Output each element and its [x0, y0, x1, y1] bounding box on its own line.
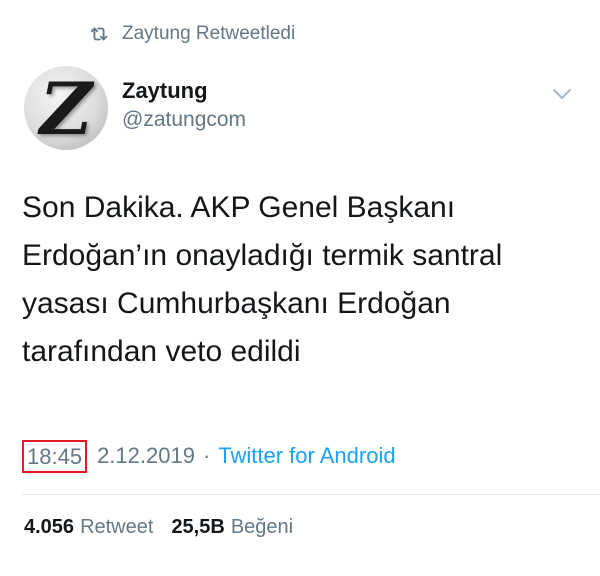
divider: [22, 494, 600, 495]
retweet-banner-text: Zaytung Retweetledi: [122, 23, 296, 44]
tweet-meta: 18:45 2.12.2019 · Twitter for Android: [22, 436, 396, 476]
tweet-text-line: tarafından veto edildi: [22, 335, 301, 368]
retweet-count[interactable]: 4.056: [24, 516, 74, 539]
tweet-text-line: Erdoğan’ın onayladığı termik santral: [22, 239, 503, 272]
meta-separator: ·: [202, 443, 211, 468]
author-display-name[interactable]: Zaytung: [122, 78, 208, 104]
tweet-text: Son Dakika. AKP Genel Başkanı Erdoğan’ın…: [22, 184, 572, 376]
tweet-time[interactable]: 18:45: [22, 439, 88, 473]
author-handle[interactable]: @zatungcom: [122, 108, 246, 132]
tweet-text-line: Son Dakika. AKP Genel Başkanı: [22, 191, 456, 224]
avatar[interactable]: Z: [24, 66, 108, 150]
retweet-icon: [90, 27, 108, 41]
tweet-text-line: yasası Cumhurbaşkanı Erdoğan: [22, 287, 451, 320]
retweet-label[interactable]: Retweet: [80, 516, 153, 539]
tweet-source-link[interactable]: Twitter for Android: [218, 443, 395, 469]
retweet-banner[interactable]: Zaytung Retweetledi: [88, 20, 295, 48]
avatar-logo-letter: Z: [39, 66, 93, 150]
chevron-down-icon[interactable]: [550, 82, 574, 106]
like-label[interactable]: Beğeni: [231, 516, 293, 539]
tweet-date[interactable]: 2.12.2019: [97, 443, 195, 469]
like-count[interactable]: 25,5B: [171, 516, 224, 539]
tweet-stats: 4.056 Retweet 25,5B Beğeni: [24, 512, 311, 542]
